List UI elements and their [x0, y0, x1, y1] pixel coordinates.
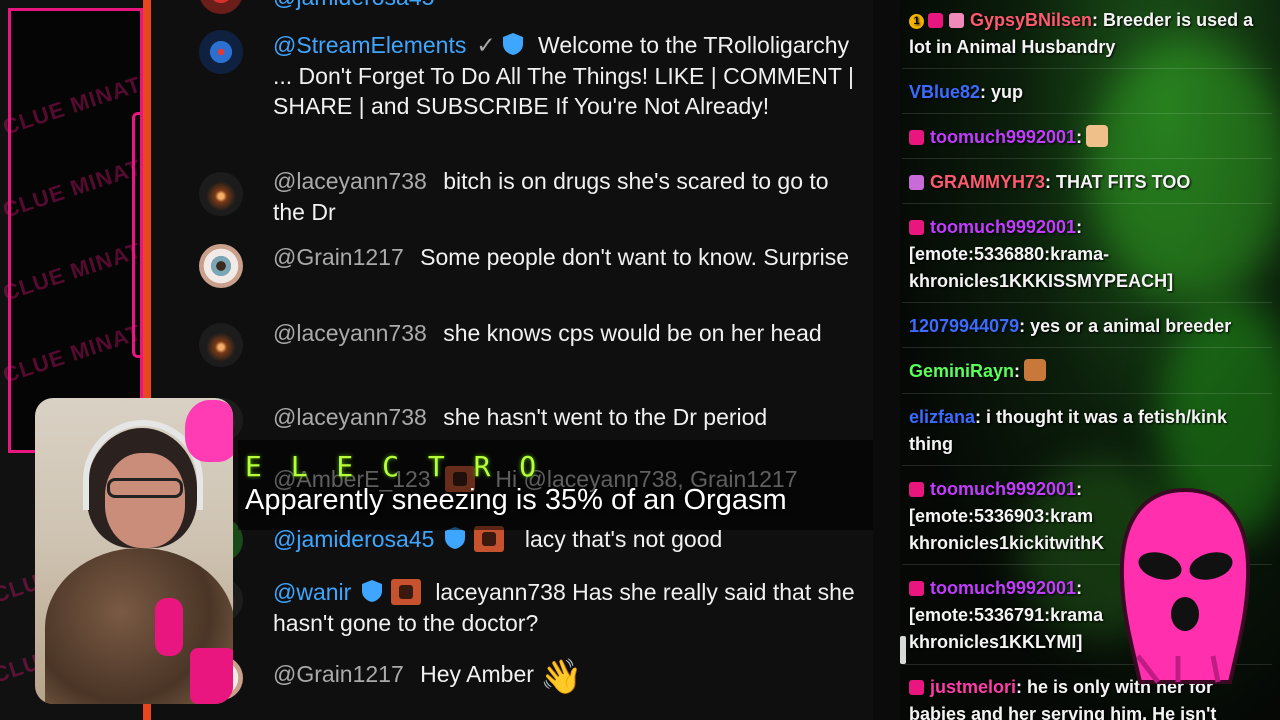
rank-badge-icon: 1 — [909, 14, 924, 29]
twitch-username[interactable]: justmelori — [930, 677, 1016, 697]
moderator-shield-icon — [362, 580, 383, 602]
chat-message: @Grain1217 Some people don't want to kno… — [273, 242, 858, 273]
hand-emote-icon — [1086, 125, 1109, 147]
chat-text: laceyann738 Has she really said that she… — [273, 579, 855, 636]
chat-text: Some people don't want to know. Surprise — [420, 244, 850, 270]
twitch-text: : yes or a animal breeder — [1019, 316, 1232, 336]
subscriber-badge-icon — [909, 175, 924, 190]
twitch-username[interactable]: GRAMMYH73 — [930, 172, 1045, 192]
chat-message: @wanir laceyann738 Has she really said th… — [273, 577, 858, 638]
twitch-username[interactable]: 12079944079 — [909, 316, 1019, 336]
balaclava-mascot-icon — [1119, 487, 1251, 684]
subscriber-badge-icon — [909, 220, 924, 235]
member-badge-icon — [391, 579, 422, 605]
divider — [902, 465, 1272, 466]
chat-author[interactable]: @laceyann738 — [273, 320, 427, 346]
avatar — [199, 30, 243, 74]
moderator-shield-icon — [502, 33, 523, 55]
twitch-username[interactable]: VBlue82 — [909, 82, 980, 102]
divider — [902, 68, 1272, 69]
microphone-shape — [155, 598, 183, 656]
subscriber-badge-icon — [909, 482, 924, 497]
mask-figure — [185, 400, 233, 462]
avatar — [199, 172, 243, 216]
chat-author[interactable]: @laceyann738 — [273, 168, 427, 194]
twitch-text: : — [1014, 361, 1021, 381]
twitch-username[interactable]: toomuch9992001 — [930, 578, 1076, 598]
twitch-message: 1 GypsyBNilsen: Breeder is used a lot in … — [909, 7, 1269, 61]
chat-author[interactable]: @Grain1217 — [273, 244, 404, 270]
chat-author[interactable]: @StreamElements — [273, 32, 466, 58]
twitch-username[interactable]: toomuch9992001 — [930, 127, 1076, 147]
twitch-text: : THAT FITS TOO — [1045, 172, 1191, 192]
chat-message: @StreamElements ✓ Welcome to the TRolloli… — [273, 30, 858, 122]
chat-author[interactable]: @wanir — [273, 579, 351, 605]
subscriber-badge-icon — [909, 581, 924, 596]
verified-check-icon: ✓ — [476, 32, 496, 58]
twitch-message: 12079944079: yes or a animal breeder — [909, 313, 1269, 340]
chat-author[interactable]: @Grain1217 — [273, 661, 404, 687]
subscriber-badge-icon — [928, 13, 943, 28]
chat-text: she knows cps would be on her head — [443, 320, 822, 346]
roast-beef-emote-icon — [1024, 359, 1047, 381]
divider — [902, 203, 1272, 204]
avatar — [199, 244, 243, 288]
twitch-username[interactable]: elizfana — [909, 407, 975, 427]
webcam-feed — [35, 398, 233, 704]
chat-message: @Grain1217 Hey Amber 👋 — [273, 659, 858, 693]
subscriber-badge-icon — [909, 130, 924, 145]
caption-text: Apparently sneezing is 35% of an Orgasm — [245, 484, 787, 516]
twitch-text: : yup — [980, 82, 1024, 102]
twitch-message: elizfana: i thought it was a fetish/kink… — [909, 404, 1269, 458]
chat-scrollbar[interactable] — [900, 636, 906, 664]
twitch-message: VBlue82: yup — [909, 79, 1269, 106]
chat-message: @laceyann738 bitch is on drugs she's sca… — [273, 166, 858, 227]
twitch-username[interactable]: GeminiRayn — [909, 361, 1014, 381]
divider — [902, 158, 1272, 159]
twitch-username[interactable]: GypsyBNilsen — [970, 10, 1092, 30]
chat-author[interactable]: @jamiderosa45 — [273, 0, 434, 10]
waving-hand-emoji: 👋 — [540, 658, 583, 696]
chat-message: @laceyann738 she knows cps would be on h… — [273, 318, 858, 349]
chair-shape — [190, 648, 233, 704]
youtube-chat-panel[interactable]: @jamiderosa45 @StreamElements✓ Welcome t… — [151, 0, 873, 720]
divider — [902, 302, 1272, 303]
divider — [902, 113, 1272, 114]
chat-text: Hey Amber — [420, 661, 534, 687]
twitch-message: GRAMMYH73: THAT FITS TOO — [909, 169, 1269, 196]
subscriber-badge-icon — [909, 680, 924, 695]
avatar — [199, 0, 243, 14]
twitch-username[interactable]: toomuch9992001 — [930, 217, 1076, 237]
gift-badge-icon — [949, 13, 964, 28]
twitch-text: : — [1076, 127, 1083, 147]
chat-author[interactable]: @laceyann738 — [273, 404, 427, 430]
twitch-message: toomuch9992001: — [909, 124, 1269, 151]
twitch-username[interactable]: toomuch9992001 — [930, 479, 1076, 499]
twitch-message: toomuch9992001: [emote:5336880:krama-khr… — [909, 214, 1269, 295]
avatar — [199, 323, 243, 367]
caption-title: E L E C T R O — [245, 450, 543, 483]
chat-text: she hasn't went to the Dr period — [443, 404, 768, 430]
chat-message: @jamiderosa45 — [273, 0, 858, 13]
chat-message: @laceyann738 she hasn't went to the Dr p… — [273, 402, 858, 433]
twitch-message: GeminiRayn: — [909, 358, 1269, 385]
divider — [902, 393, 1272, 394]
divider — [902, 347, 1272, 348]
